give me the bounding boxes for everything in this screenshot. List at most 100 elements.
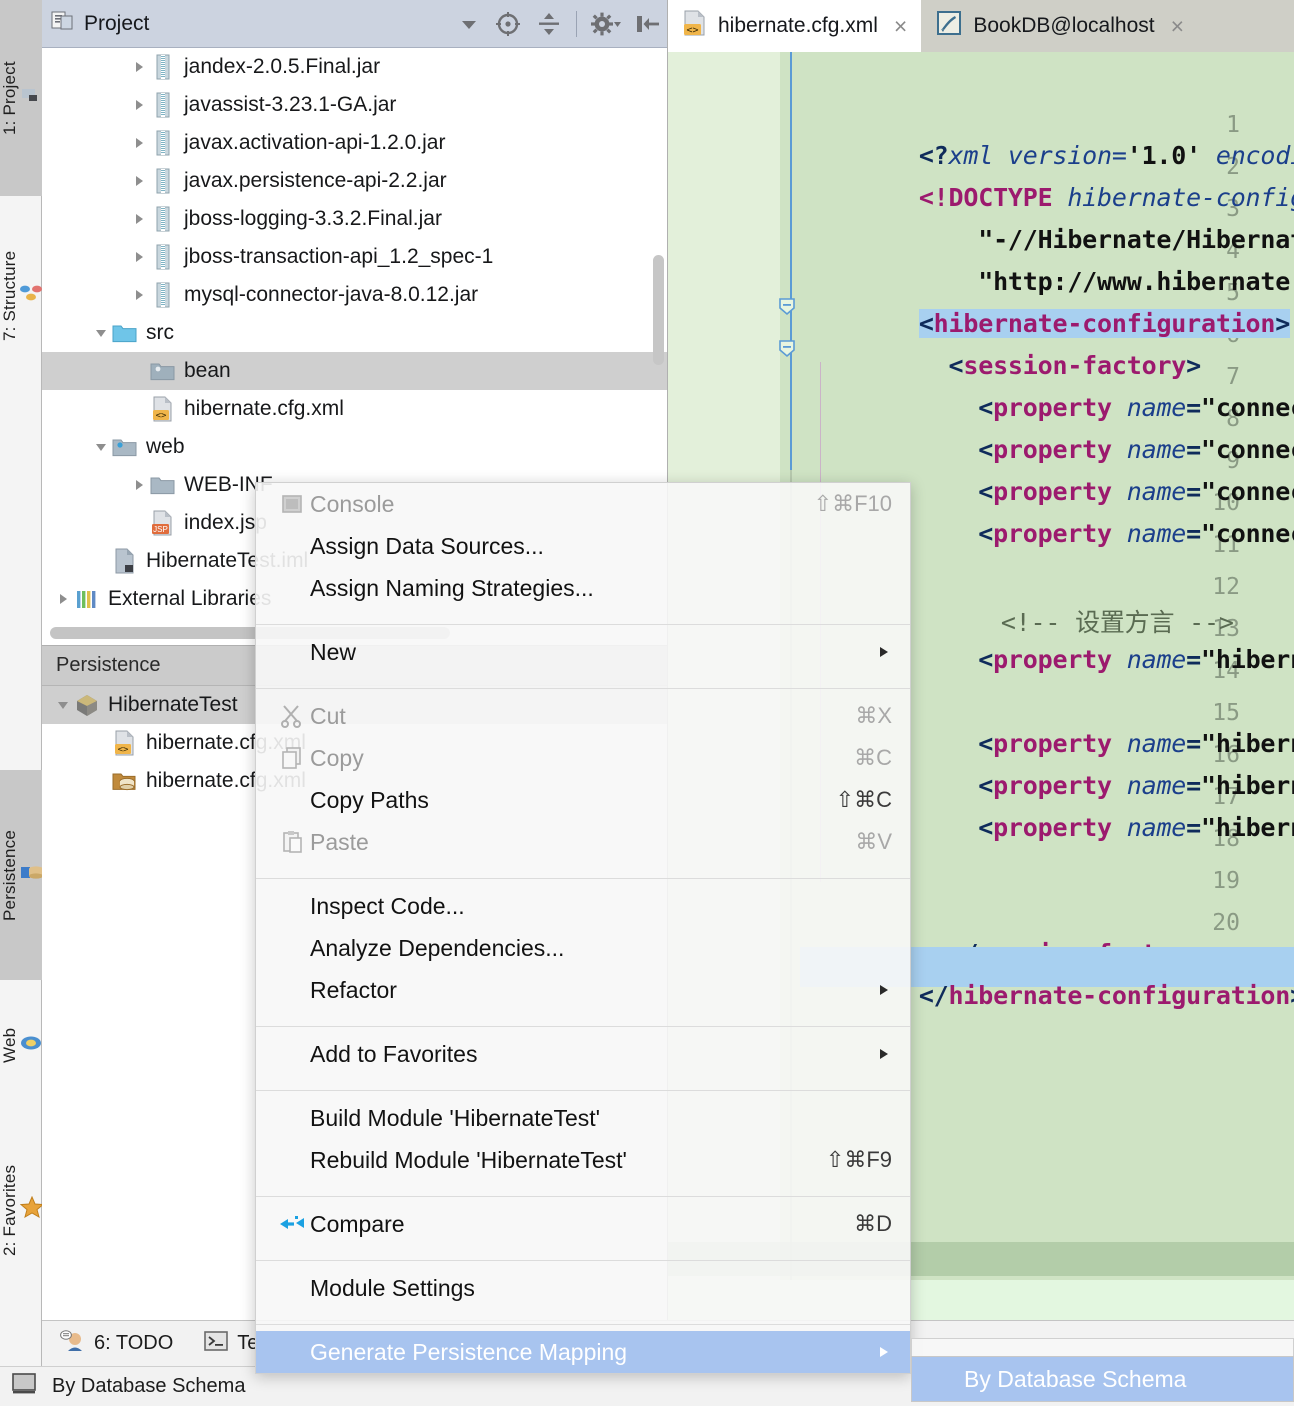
editor-tab-bar: <> hibernate.cfg.xml × BookDB@localhost …	[668, 0, 1294, 52]
line-number: 19	[1212, 868, 1240, 894]
package-icon	[150, 360, 176, 382]
menu-item-cut: Cut ⌘X	[256, 695, 910, 737]
tree-expand-arrow[interactable]	[128, 287, 150, 303]
tree-expand-arrow[interactable]	[128, 477, 150, 493]
menu-separator	[256, 624, 910, 625]
tree-item-label: External Libraries	[108, 587, 272, 610]
svg-text:<>: <>	[118, 745, 129, 755]
chevron-down-icon[interactable]	[458, 13, 480, 35]
menu-item-module-settings[interactable]: Module Settings	[256, 1267, 910, 1309]
menu-item-shortcut: ⌘V	[855, 829, 892, 854]
paste-icon	[274, 830, 310, 854]
menu-gap	[256, 609, 910, 618]
bottom-item-label: 6: TODO	[94, 1332, 174, 1354]
menu-item-assign-data-sources[interactable]: Assign Data Sources...	[256, 525, 910, 567]
chevron-right-icon	[876, 1041, 892, 1068]
source-folder-icon	[112, 322, 138, 344]
datasource-icon	[112, 769, 138, 793]
fold-marker-icon[interactable]	[776, 295, 798, 317]
menu-gap	[256, 1245, 910, 1254]
jar-icon	[150, 282, 176, 308]
sidebar-item-project[interactable]: 1: Project	[0, 0, 42, 196]
copy-icon	[274, 746, 310, 770]
tree-item-javax-activation-api-1-2-0-jar[interactable]: javax.activation-api-1.2.0.jar	[42, 124, 667, 162]
submenu-item-by-database-schema[interactable]: By Database Schema	[911, 1356, 1294, 1402]
project-icon	[20, 86, 40, 111]
tree-item-mysql-connector-java-8-0-12-jar[interactable]: mysql-connector-java-8.0.12.jar	[42, 276, 667, 314]
tree-item-javassist-3-23-1-ga-jar[interactable]: javassist-3.23.1-GA.jar	[42, 86, 667, 124]
menu-item-rebuild-module-hibernatetest[interactable]: Rebuild Module 'HibernateTest' ⇧⌘F9	[256, 1139, 910, 1181]
sidebar-item-favorites[interactable]: 2: Favorites	[0, 1110, 45, 1310]
libraries-icon	[74, 587, 100, 611]
menu-item-label: Console	[310, 490, 395, 517]
sidebar-item-persistence[interactable]: Persistence	[0, 770, 43, 980]
tree-item-label: jboss-transaction-api_1.2_spec-1	[184, 245, 494, 268]
menu-item-copy-paths[interactable]: Copy Paths ⇧⌘C	[256, 779, 910, 821]
editor-indent-guide	[790, 52, 792, 472]
menu-item-analyze-dependencies[interactable]: Analyze Dependencies...	[256, 927, 910, 969]
tree-expand-arrow[interactable]	[90, 325, 112, 341]
tree-expand-arrow[interactable]	[128, 173, 150, 189]
menu-separator	[256, 878, 910, 879]
tab-hibernate-cfg-xml[interactable]: <> hibernate.cfg.xml ×	[668, 0, 922, 52]
svg-text:JSP: JSP	[153, 525, 168, 534]
menu-item-refactor[interactable]: Refactor	[256, 969, 910, 1011]
locate-target-icon[interactable]	[494, 10, 522, 38]
menu-item-label: Module Settings	[310, 1274, 475, 1301]
tree-expand-arrow[interactable]	[128, 97, 150, 113]
chevron-right-icon	[876, 977, 892, 1004]
chevron-right-icon	[876, 1339, 892, 1366]
tree-expand-arrow[interactable]	[52, 697, 74, 713]
sidebar-item-structure[interactable]: 7: Structure	[0, 196, 42, 396]
tree-expand-arrow[interactable]	[52, 591, 74, 607]
tree-expand-arrow[interactable]	[128, 135, 150, 151]
menu-item-shortcut: ⇧⌘F9	[825, 1147, 892, 1172]
xml-file-icon: <>	[150, 396, 176, 422]
sidebar-item-web[interactable]: Web	[0, 980, 42, 1110]
menu-gap	[256, 673, 910, 682]
hibernate-icon	[74, 693, 100, 717]
tree-expand-arrow[interactable]	[128, 211, 150, 227]
fold-marker-icon[interactable]	[776, 337, 798, 359]
tree-item-web[interactable]: web	[42, 428, 667, 466]
tree-item-jandex-2-0-5-final-jar[interactable]: jandex-2.0.5.Final.jar	[42, 48, 667, 86]
project-tree-vscrollbar[interactable]	[653, 255, 664, 365]
sidebar-item-label: 2: Favorites	[0, 1164, 19, 1256]
menu-item-assign-naming-strategies[interactable]: Assign Naming Strategies...	[256, 567, 910, 609]
tab-label: hibernate.cfg.xml	[718, 14, 878, 37]
menu-item-label: Assign Data Sources...	[310, 532, 544, 559]
collapse-all-icon[interactable]	[536, 11, 562, 37]
tree-item-label: jandex-2.0.5.Final.jar	[184, 55, 381, 78]
gear-icon[interactable]	[591, 11, 621, 37]
menu-separator	[256, 1196, 910, 1197]
menu-item-inspect-code[interactable]: Inspect Code...	[256, 885, 910, 927]
tree-expand-arrow[interactable]	[128, 59, 150, 75]
tree-expand-arrow[interactable]	[128, 249, 150, 265]
menu-item-compare[interactable]: Compare ⌘D	[256, 1203, 910, 1245]
tree-item-javax-persistence-api-2-2-jar[interactable]: javax.persistence-api-2.2.jar	[42, 162, 667, 200]
tree-item-jboss-transaction-api-1-2-spec-1[interactable]: jboss-transaction-api_1.2_spec-1	[42, 238, 667, 276]
tree-item-jboss-logging-3-3-2-final-jar[interactable]: jboss-logging-3.3.2.Final.jar	[42, 200, 667, 238]
tree-item-label: HibernateTest	[108, 693, 238, 716]
tab-bookdb-localhost[interactable]: BookDB@localhost ×	[921, 0, 1199, 52]
menu-separator	[256, 1260, 910, 1261]
menu-item-add-to-favorites[interactable]: Add to Favorites	[256, 1033, 910, 1075]
menu-item-label: Paste	[310, 828, 369, 855]
menu-item-generate-persistence-mapping[interactable]: Generate Persistence Mapping	[256, 1331, 910, 1373]
menu-item-new[interactable]: New	[256, 631, 910, 673]
menu-gap	[256, 1309, 910, 1318]
menu-gap	[256, 863, 910, 872]
hide-panel-icon[interactable]	[635, 12, 661, 36]
project-window-icon	[50, 9, 74, 38]
tree-expand-arrow[interactable]	[90, 439, 112, 455]
close-icon[interactable]: ×	[894, 13, 907, 40]
close-icon[interactable]: ×	[1171, 13, 1184, 40]
bottom-item-todo[interactable]: 6: TODO	[60, 1329, 173, 1359]
menu-item-shortcut: ⇧⌘C	[835, 787, 892, 812]
tree-item-hibernate-cfg-xml[interactable]: <> hibernate.cfg.xml	[42, 390, 667, 428]
menu-item-paste: Paste ⌘V	[256, 821, 910, 863]
menu-item-build-module-hibernatetest[interactable]: Build Module 'HibernateTest'	[256, 1097, 910, 1139]
tree-item-src[interactable]: src	[42, 314, 667, 352]
tree-item-bean[interactable]: bean	[42, 352, 667, 390]
context-menu[interactable]: Console ⇧⌘F10 Assign Data Sources... Assign…	[255, 482, 911, 1374]
